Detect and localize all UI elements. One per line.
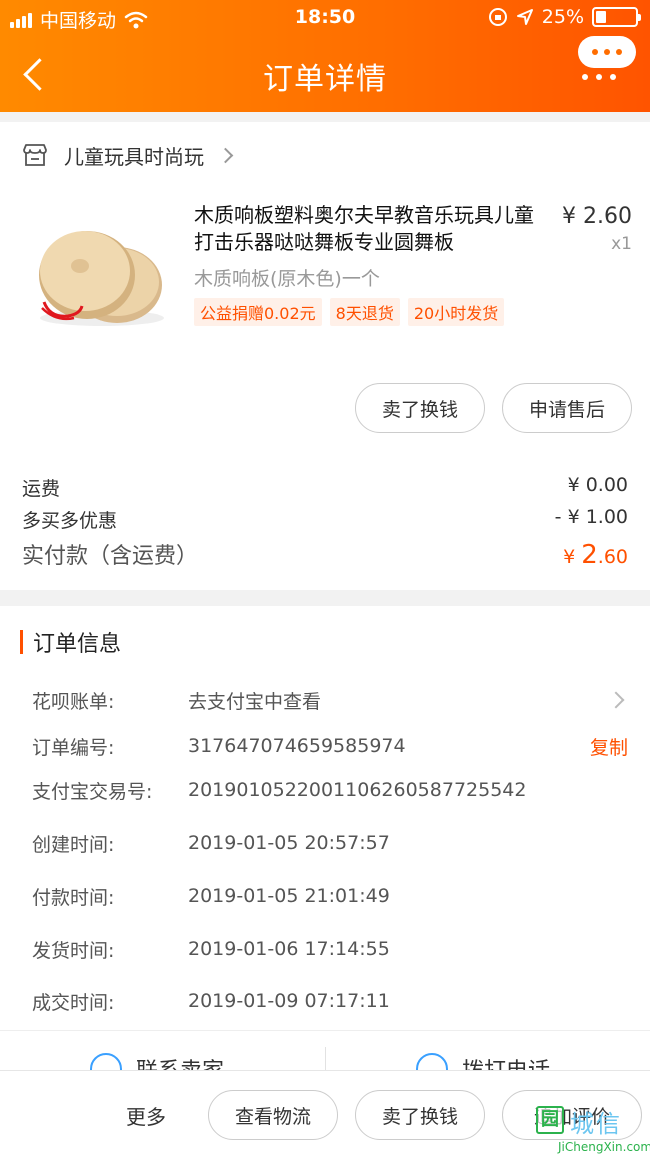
contact-row: 联系卖家 拨打电话 (0, 1030, 650, 1070)
info-value: 317647074659585974 (188, 735, 406, 757)
product-sku: 木质响板(原木色)一个 (194, 268, 380, 290)
info-value: 2019-01-06 17:14:55 (188, 938, 390, 960)
product-quantity: x1 (611, 234, 632, 254)
sell-button[interactable]: 卖了换钱 (355, 1090, 485, 1140)
info-label: 订单编号: (32, 736, 115, 759)
discount-value: - ¥ 1.00 (554, 506, 628, 528)
info-value: 2019-01-09 07:17:11 (188, 990, 390, 1012)
chat-icon (90, 1053, 122, 1070)
product-price: ¥ 2.60 (562, 204, 632, 229)
info-label: 创建时间: (32, 833, 115, 856)
sell-button[interactable]: 卖了换钱 (355, 383, 485, 433)
huabei-row[interactable]: 花呗账单: 去支付宝中查看 (32, 686, 628, 714)
service-tag: 公益捐赠0.02元 (194, 298, 322, 326)
order-info-heading: 订单信息 (20, 626, 121, 658)
call-label: 拨打电话 (462, 1053, 550, 1070)
info-label: 成交时间: (32, 991, 115, 1014)
shipping-label: 运费 (22, 478, 61, 500)
watermark-text: 城信 (570, 1110, 622, 1138)
total-row: 实付款（含运费） ¥ 2.60 (22, 538, 628, 570)
chevron-right-icon (217, 147, 234, 163)
location-icon (516, 9, 533, 25)
info-label: 花呗账单: (32, 690, 115, 713)
contact-seller-label: 联系卖家 (136, 1053, 224, 1070)
total-decimal: .60 (597, 546, 628, 568)
phone-icon (416, 1053, 448, 1070)
discount-row: 多买多优惠 - ¥ 1.00 (22, 506, 628, 533)
product-image[interactable] (22, 200, 172, 350)
created-time-row: 创建时间: 2019-01-05 20:57:57 (32, 829, 628, 857)
paid-time-row: 付款时间: 2019-01-05 21:01:49 (32, 882, 628, 910)
info-value: 2019-01-05 20:57:57 (188, 832, 390, 854)
info-label: 支付宝交易号: (32, 780, 153, 803)
product-title[interactable]: 木质响板塑料奥尔夫早教音乐玩具儿童打击乐器哒哒舞板专业圆舞板 (194, 202, 546, 256)
total-label: 实付款（含运费） (22, 544, 199, 569)
info-value: 2019-01-05 21:01:49 (188, 885, 390, 907)
service-tag: 8天退货 (329, 298, 400, 326)
total-value: ¥ 2.60 (563, 540, 628, 570)
after-sale-button[interactable]: 申请售后 (502, 383, 632, 433)
shipping-row: 运费 ¥ 0.00 (22, 474, 628, 501)
shop-icon (23, 144, 47, 166)
battery-percent: 25% (541, 6, 584, 28)
watermark-subtext: JiChengXin.com (558, 1140, 650, 1154)
shop-name: 儿童玩具时尚玩 (64, 144, 204, 169)
order-number-row: 订单编号: 317647074659585974 复制 (32, 732, 628, 760)
view-logistics-button[interactable]: 查看物流 (208, 1090, 338, 1140)
watermark-box: 园 (536, 1106, 564, 1134)
copy-button[interactable]: 复制 (590, 733, 628, 760)
total-integer: 2 (581, 540, 598, 570)
page-title: 订单详情 (263, 62, 387, 97)
status-bar: 中国移动 18:50 25% (0, 0, 650, 36)
info-value: 2019010522001106260587725542 (188, 779, 527, 801)
watermark-logo: 园 城信 JiChengXin.com (532, 1104, 650, 1156)
order-info-title: 订单信息 (33, 632, 122, 657)
service-tag: 20小时发货 (407, 298, 505, 326)
message-icon (578, 36, 636, 68)
shipping-value: ¥ 0.00 (567, 474, 628, 496)
completed-time-row: 成交时间: 2019-01-09 07:17:11 (32, 987, 628, 1015)
discount-label: 多买多优惠 (22, 510, 118, 532)
total-currency: ¥ (563, 546, 582, 568)
info-value: 去支付宝中查看 (188, 690, 322, 713)
header: 中国移动 18:50 25% 订单详情 (0, 0, 650, 112)
orientation-lock-icon (488, 8, 507, 26)
more-menu-button[interactable] (572, 36, 638, 102)
alipay-trade-row: 支付宝交易号: 2019010522001106260587725542 (32, 776, 628, 804)
info-label: 付款时间: (32, 886, 115, 909)
more-button[interactable]: 更多 (126, 1101, 166, 1130)
call-button[interactable]: 拨打电话 (416, 1053, 550, 1070)
info-label: 发货时间: (32, 939, 115, 962)
service-tags: 公益捐赠0.02元 8天退货 20小时发货 (194, 298, 505, 326)
contact-seller-button[interactable]: 联系卖家 (90, 1053, 224, 1070)
accent-bar (20, 630, 23, 654)
nav-bar: 订单详情 (0, 36, 650, 112)
status-right: 25% (488, 6, 641, 28)
chevron-right-icon (607, 691, 625, 709)
shop-row[interactable]: 儿童玩具时尚玩 (22, 142, 234, 169)
battery-icon (592, 7, 641, 27)
order-info-card (0, 606, 650, 1030)
divider (325, 1047, 326, 1070)
shipped-time-row: 发货时间: 2019-01-06 17:14:55 (32, 935, 628, 963)
more-dots-icon (582, 74, 616, 80)
